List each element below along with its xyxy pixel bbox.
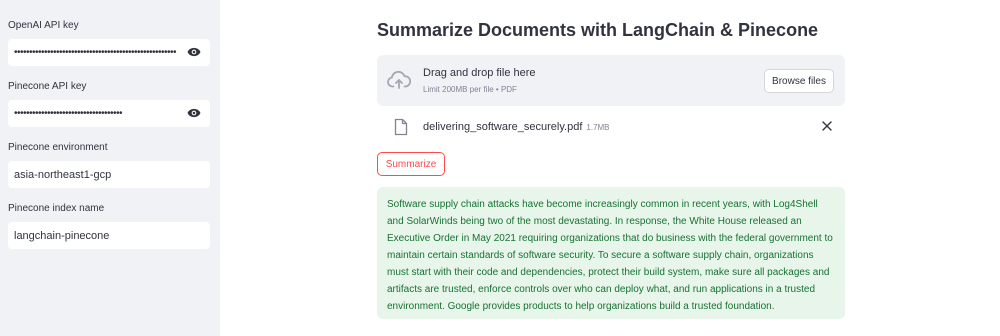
pinecone-env-label: Pinecone environment	[8, 142, 108, 153]
summarize-button[interactable]: Summarize	[377, 152, 445, 176]
openai-key-label: OpenAI API key	[8, 20, 79, 31]
eye-icon[interactable]	[187, 107, 201, 119]
file-icon	[394, 118, 408, 136]
summary-result: Software supply chain attacks have becom…	[377, 187, 845, 319]
dropzone-title: Drag and drop file here	[423, 67, 536, 79]
close-icon[interactable]	[821, 120, 833, 132]
pinecone-key-field: Pinecone API key	[8, 79, 210, 127]
upload-cloud-icon	[387, 70, 411, 89]
pinecone-index-wrap	[8, 222, 210, 249]
main-content: Summarize Documents with LangChain & Pin…	[220, 0, 1000, 336]
file-dropzone[interactable]: Drag and drop file here Limit 200MB per …	[377, 55, 845, 106]
pinecone-index-field: Pinecone index name	[8, 201, 210, 249]
openai-key-field: OpenAI API key	[8, 18, 210, 66]
browse-files-button[interactable]: Browse files	[764, 69, 834, 93]
sidebar: OpenAI API key Pinecone API key Pinecone…	[0, 0, 220, 336]
openai-key-input[interactable]	[8, 39, 210, 66]
file-name: delivering_software_securely.pdf	[423, 121, 583, 133]
pinecone-env-input[interactable]	[8, 161, 210, 188]
dropzone-subtitle: Limit 200MB per file • PDF	[423, 85, 517, 94]
pinecone-key-label: Pinecone API key	[8, 81, 87, 92]
openai-key-wrap	[8, 39, 210, 66]
pinecone-key-input[interactable]	[8, 100, 210, 127]
pinecone-key-wrap	[8, 100, 210, 127]
page-title: Summarize Documents with LangChain & Pin…	[377, 20, 819, 40]
eye-icon[interactable]	[187, 46, 201, 58]
pinecone-env-field: Pinecone environment	[8, 140, 210, 188]
file-size: 1.7MB	[586, 123, 610, 132]
pinecone-env-wrap	[8, 161, 210, 188]
pinecone-index-input[interactable]	[8, 222, 210, 249]
uploaded-file-row: delivering_software_securely.pdf 1.7MB	[377, 116, 845, 138]
pinecone-index-label: Pinecone index name	[8, 203, 105, 214]
file-name-text: delivering_software_securely.pdf 1.7MB	[423, 121, 610, 133]
